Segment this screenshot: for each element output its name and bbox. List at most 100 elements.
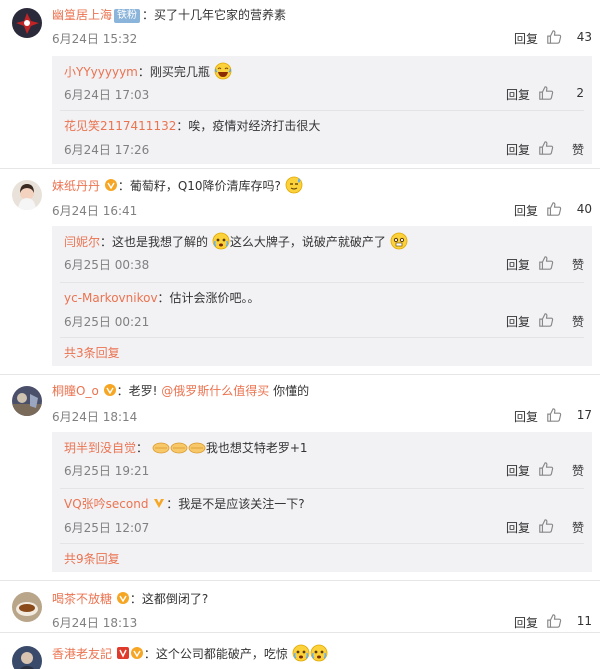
reply-username[interactable]: VQ张吟second xyxy=(64,497,148,511)
comment-line: 桐瞳O_o ：老罗! @俄罗斯什么值得买 你懂的 xyxy=(52,382,592,400)
divider xyxy=(0,374,600,375)
laugh-emoji xyxy=(214,62,232,80)
member-badge-icon xyxy=(130,647,143,659)
like-button[interactable]: 43 xyxy=(542,28,594,48)
reply-button[interactable]: 回复 xyxy=(506,256,530,273)
reply-item: 小YYyyyyym：刚买完几瓶 6月24日 17:03 回复 2 xyxy=(52,56,592,110)
like-button[interactable]: 赞 xyxy=(534,254,586,274)
like-button[interactable]: 40 xyxy=(542,200,594,220)
reply-button[interactable]: 回复 xyxy=(514,408,538,425)
reply-text: ：这也是我想了解的 xyxy=(100,235,209,249)
thumb-up-icon xyxy=(546,613,562,629)
like-button[interactable]: 赞 xyxy=(534,460,586,480)
reply-item: 玥半到没自觉： 我也想艾特老罗+1 6月25日 19:21 回复 赞 xyxy=(52,432,592,488)
clap-emoji xyxy=(170,442,188,454)
reply-item: yc-Markovnikov：估计会涨价吧。。 6月25日 00:21 回复 赞 xyxy=(52,283,592,337)
timestamp: 6月24日 18:13 xyxy=(52,616,138,630)
avatar[interactable] xyxy=(12,180,42,210)
reply-username[interactable]: yc-Markovnikov xyxy=(64,291,158,305)
reply-button[interactable]: 回复 xyxy=(506,519,530,536)
reply-meta: 6月25日 12:07 回复 赞 xyxy=(64,517,592,537)
reply-meta: 6月25日 00:21 回复 赞 xyxy=(64,311,592,331)
username[interactable]: 桐瞳O_o xyxy=(52,384,99,398)
like-button[interactable]: 赞 xyxy=(534,311,586,331)
member-badge-icon xyxy=(116,592,129,604)
comment-item: 幽篁居上海 铁粉 ：买了十几年它家的营养素 6月24日 15:32 回复 43 小Y… xyxy=(0,0,600,188)
comment-line: 幽篁居上海 铁粉 ：买了十几年它家的营养素 xyxy=(52,6,592,24)
timestamp: 6月24日 15:32 xyxy=(52,32,138,46)
avatar[interactable] xyxy=(12,646,42,669)
reply-button[interactable]: 回复 xyxy=(514,30,538,47)
comment-item: 喝茶不放糖 ：这都倒闭了? 6月24日 18:13 回复 11 xyxy=(0,582,600,633)
thumb-up-icon xyxy=(538,461,554,477)
timestamp: 6月24日 18:14 xyxy=(52,410,138,424)
username[interactable]: 香港老友記 xyxy=(52,647,112,661)
reply-text: 我也想艾特老罗+1 xyxy=(205,441,308,455)
thumb-up-icon xyxy=(538,312,554,328)
shocked-emoji xyxy=(292,644,310,662)
username[interactable]: 幽篁居上海 xyxy=(52,8,112,22)
shocked-emoji xyxy=(212,232,230,250)
like-button[interactable]: 11 xyxy=(542,612,594,632)
like-button[interactable]: 17 xyxy=(542,406,594,426)
reply-item: 花见笑2117411132：唉，疫情对经济打击很大 6月24日 17:26 回复… xyxy=(52,111,592,164)
comment-meta: 6月24日 15:32 回复 43 xyxy=(52,28,600,48)
reply-text-cont: 这么大牌子，说破产就破产了 xyxy=(229,235,386,249)
avatar[interactable] xyxy=(12,8,42,38)
reply-button[interactable]: 回复 xyxy=(514,202,538,219)
more-replies-link[interactable]: 共9条回复 xyxy=(64,550,120,567)
divider xyxy=(0,580,600,581)
like-count: 赞 xyxy=(571,521,584,535)
reply-box: 闫妮尔：这也是我想了解的 这么大牌子，说破产就破产了 6月25日 00:38 回… xyxy=(52,226,592,366)
divider xyxy=(0,632,600,633)
reply-button[interactable]: 回复 xyxy=(506,313,530,330)
reply-item: 闫妮尔：这也是我想了解的 这么大牌子，说破产就破产了 6月25日 00:38 回… xyxy=(52,226,592,282)
timestamp: 6月24日 17:03 xyxy=(64,88,150,102)
like-count: 17 xyxy=(576,408,592,422)
clap-emoji xyxy=(188,442,206,454)
reply-button[interactable]: 回复 xyxy=(506,462,530,479)
reply-text: ：估计会涨价吧。。 xyxy=(157,291,260,305)
reply-button[interactable]: 回复 xyxy=(506,141,530,158)
fan-badge: 铁粉 xyxy=(114,9,141,23)
reply-username[interactable]: 玥半到没自觉 xyxy=(64,441,136,455)
comment-item: 桐瞳O_o ：老罗! @俄罗斯什么值得买 你懂的 6月24日 18:14 回复 … xyxy=(0,376,600,586)
like-count: 40 xyxy=(576,202,592,216)
reply-button[interactable]: 回复 xyxy=(506,86,530,103)
comment-text: ：买了十几年它家的营养素 xyxy=(142,8,287,22)
comment-text: ：老罗! xyxy=(116,384,158,398)
like-button[interactable]: 2 xyxy=(534,84,586,104)
timestamp: 6月25日 00:21 xyxy=(64,315,150,329)
reply-meta: 6月25日 19:21 回复 赞 xyxy=(64,460,592,480)
username[interactable]: 喝茶不放糖 xyxy=(52,592,112,606)
like-count: 赞 xyxy=(571,258,584,272)
shocked-emoji xyxy=(390,232,408,250)
avatar[interactable] xyxy=(12,592,42,622)
reply-box: 小YYyyyyym：刚买完几瓶 6月24日 17:03 回复 2 花见笑2117… xyxy=(52,56,592,164)
reply-line: 玥半到没自觉： 我也想艾特老罗+1 xyxy=(64,438,584,457)
like-button[interactable]: 赞 xyxy=(534,517,586,537)
like-count: 43 xyxy=(576,30,592,44)
reply-username[interactable]: 闫妮尔 xyxy=(64,235,100,249)
mention-link[interactable]: @俄罗斯什么值得买 xyxy=(161,384,269,398)
reply-username[interactable]: 花见笑2117411132 xyxy=(64,119,176,133)
divider xyxy=(60,543,584,544)
like-button[interactable]: 赞 xyxy=(534,139,586,159)
timestamp: 6月25日 12:07 xyxy=(64,521,150,535)
username[interactable]: 妹纸丹丹 xyxy=(52,179,100,193)
avatar[interactable] xyxy=(12,386,42,416)
reply-item: VQ张吟second ：我是不是应该关注一下? 6月25日 12:07 回复 赞 xyxy=(52,489,592,543)
reply-line: VQ张吟second ：我是不是应该关注一下? xyxy=(64,495,584,513)
reply-username[interactable]: 小YYyyyyym xyxy=(64,65,138,79)
reply-colon: ： xyxy=(136,441,149,455)
reply-line: yc-Markovnikov：估计会涨价吧。。 xyxy=(64,289,584,307)
member-badge-icon xyxy=(103,384,116,396)
timestamp: 6月25日 00:38 xyxy=(64,258,150,272)
thumb-up-icon xyxy=(538,518,554,534)
reply-button[interactable]: 回复 xyxy=(514,614,538,631)
timestamp: 6月24日 16:41 xyxy=(52,204,138,218)
thumb-up-icon xyxy=(546,407,562,423)
more-replies-link[interactable]: 共3条回复 xyxy=(64,344,120,361)
like-count: 11 xyxy=(576,614,592,628)
comment-feed: 幽篁居上海 铁粉 ：买了十几年它家的营养素 6月24日 15:32 回复 43 小Y… xyxy=(0,0,600,669)
